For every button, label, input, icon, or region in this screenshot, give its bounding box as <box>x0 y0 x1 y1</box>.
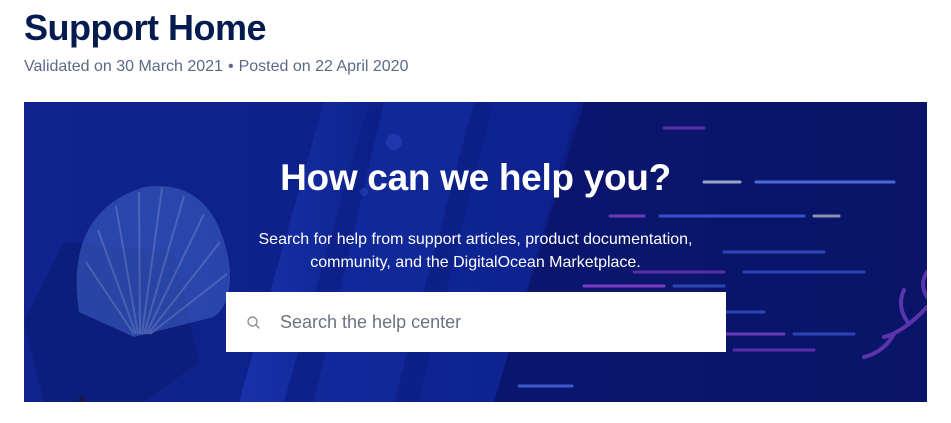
hero-heading: How can we help you? <box>280 157 671 198</box>
support-home-page: Support Home Validated on 30 March 2021 •… <box>0 0 951 423</box>
hero-description: Search for help from support articles, p… <box>258 231 693 271</box>
help-search-hero: How can we help you? Search for help fro… <box>24 102 927 402</box>
search-icon <box>247 316 260 329</box>
help-search-box[interactable] <box>226 292 726 352</box>
posted-date: Posted on 22 April 2020 <box>238 58 409 75</box>
help-search-input[interactable] <box>280 292 710 352</box>
validated-date: Validated on 30 March 2021 <box>24 58 223 75</box>
page-title: Support Home <box>24 7 267 48</box>
article-meta: Validated on 30 March 2021 • Posted on 22 … <box>24 57 408 77</box>
meta-separator: • <box>227 58 234 75</box>
